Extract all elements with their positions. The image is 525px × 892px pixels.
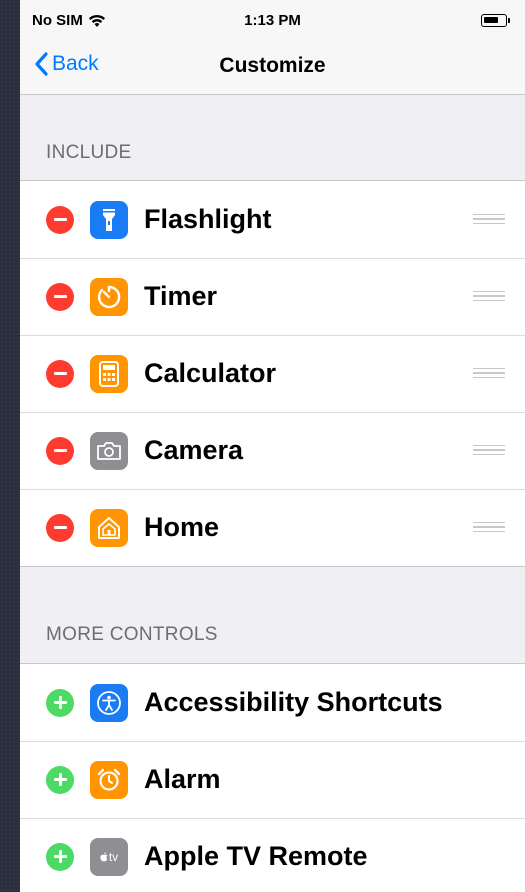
list-item-timer: Timer xyxy=(20,258,525,335)
timer-icon xyxy=(90,277,128,316)
more-controls-section-header: MORE CONTROLS xyxy=(46,624,218,645)
row-label: Apple TV Remote xyxy=(144,841,368,871)
row-label: Camera xyxy=(144,435,244,465)
list-item-home: Home xyxy=(20,489,525,566)
camera-icon xyxy=(90,431,128,470)
calculator-icon xyxy=(90,354,128,393)
include-section-header: INCLUDE xyxy=(46,142,132,163)
battery-icon xyxy=(481,14,510,27)
drag-handle[interactable] xyxy=(473,521,505,534)
apple-logo-icon xyxy=(100,851,108,861)
list-item-apple-tv-remote: tv Apple TV Remote xyxy=(20,818,525,892)
list-item-calculator: Calculator xyxy=(20,335,525,412)
remove-button[interactable] xyxy=(46,282,74,311)
status-time: 1:13 PM xyxy=(244,12,301,29)
apple-tv-icon-text: tv xyxy=(108,849,119,864)
list-item-flashlight: Flashlight xyxy=(20,181,525,258)
add-button[interactable] xyxy=(46,765,74,794)
more-controls-list: Accessibility Shortcuts Alarm tv Apple T… xyxy=(20,663,525,892)
list-item-alarm: Alarm xyxy=(20,741,525,818)
remove-button[interactable] xyxy=(46,205,74,234)
row-label: Timer xyxy=(144,281,218,311)
list-item-accessibility-shortcuts: Accessibility Shortcuts xyxy=(20,664,525,741)
apple-tv-icon: tv xyxy=(90,837,128,876)
add-button[interactable] xyxy=(46,842,74,871)
list-item-camera: Camera xyxy=(20,412,525,489)
status-bar: No SIM 1:13 PM xyxy=(20,0,525,44)
row-label: Home xyxy=(144,512,220,542)
navigation-bar: Back Customize xyxy=(20,44,525,95)
remove-button[interactable] xyxy=(46,359,74,388)
phone-screen: No SIM 1:13 PM Back Customize INCLUDE Fl… xyxy=(20,0,525,892)
row-label: Alarm xyxy=(144,764,221,794)
alarm-icon xyxy=(90,760,128,799)
flashlight-icon xyxy=(90,200,128,239)
drag-handle[interactable] xyxy=(473,290,505,303)
row-label: Accessibility Shortcuts xyxy=(144,687,443,717)
row-label: Calculator xyxy=(144,358,277,388)
drag-handle[interactable] xyxy=(473,444,505,457)
page-title: Customize xyxy=(219,54,326,77)
include-list: Flashlight Timer Calculator Camera Home xyxy=(20,180,525,567)
accessibility-icon xyxy=(90,683,128,722)
drag-handle[interactable] xyxy=(473,213,505,226)
row-label: Flashlight xyxy=(144,204,272,234)
remove-button[interactable] xyxy=(46,436,74,465)
home-icon xyxy=(90,508,128,547)
drag-handle[interactable] xyxy=(473,367,505,380)
add-button[interactable] xyxy=(46,688,74,717)
remove-button[interactable] xyxy=(46,513,74,542)
